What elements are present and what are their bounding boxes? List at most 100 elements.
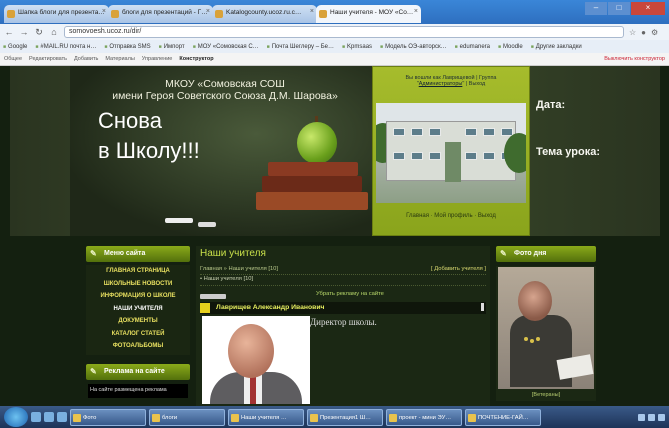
ucoz-bar-item[interactable]: Редактировать <box>29 56 67 62</box>
windows-taskbar: Фото блоги Наши учителя … Презентация1 Ш… <box>0 406 669 428</box>
taskbar-item[interactable]: Наши учителя … <box>228 408 304 426</box>
forward-icon[interactable]: → <box>19 27 29 37</box>
teacher-position: Директор школы. <box>310 317 377 327</box>
bookmark-item[interactable]: edumanera <box>455 44 490 50</box>
tab-close-icon[interactable]: × <box>206 8 210 15</box>
home-icon[interactable]: ⌂ <box>49 27 59 37</box>
user-panel-links[interactable]: Главная · Мой профиль · Выход <box>373 213 529 219</box>
page-title: Наши учителя <box>200 248 266 259</box>
taskbar-item[interactable]: проект - мини ЭУ… <box>386 408 462 426</box>
category-select-value: Наши учителя [10] <box>203 276 254 282</box>
address-bar[interactable]: somovoesh.ucoz.ru/dir/ <box>64 26 624 38</box>
bookmark-item[interactable]: Moodle <box>498 44 523 50</box>
teacher-entry-header: Лаврищев Александр Иванович <box>200 302 486 314</box>
window <box>411 128 423 136</box>
menu-item-news[interactable]: Школьные новости <box>86 278 190 291</box>
menu-item-home[interactable]: Главная страница <box>86 265 190 278</box>
ucoz-bar-item[interactable]: Добавить <box>74 56 98 62</box>
tray-icon[interactable] <box>638 413 645 421</box>
window <box>483 128 495 136</box>
start-button[interactable] <box>4 407 28 427</box>
bookmark-item[interactable]: МОУ «Сомовская С… <box>193 44 259 50</box>
ucoz-bar-item[interactable]: Общее <box>4 56 22 62</box>
school-building-photo <box>376 103 526 203</box>
web-page: МКОУ «Сомовская СОШ имени Героя Советско… <box>0 66 669 406</box>
back-icon[interactable]: ← <box>4 27 14 37</box>
ucoz-constructor-button[interactable]: Конструктор <box>179 56 213 62</box>
category-select[interactable]: • Наши учителя [10] <box>200 276 253 282</box>
tab-favicon-icon <box>319 10 327 18</box>
logout-link[interactable]: Выход <box>469 81 485 87</box>
extension-icon[interactable]: ● <box>641 28 646 37</box>
divider <box>200 285 486 286</box>
medal-icon <box>536 337 540 341</box>
bookmark-item[interactable]: Почта Шеглеру – Бе… <box>267 44 334 50</box>
menu-item-photos[interactable]: Фотоальбомы <box>86 340 190 353</box>
tab-3[interactable]: Katalogcounty.ucoz.ru.c… × <box>212 5 317 23</box>
window <box>429 128 441 136</box>
menu-item-about[interactable]: Информация о школе <box>86 290 190 303</box>
add-teacher-link[interactable]: [ Добавить учителя ] <box>431 266 486 272</box>
bookmark-item[interactable]: Kpmsaas <box>342 44 372 50</box>
tray-icon[interactable] <box>658 413 665 421</box>
taskbar-item[interactable]: ПОЧТЕНИЕ-ГАЙ… <box>465 408 541 426</box>
wrench-icon[interactable]: ⚙ <box>651 28 658 37</box>
tab-3-label: Katalogcounty.ucoz.ru.c… <box>226 9 302 16</box>
portrait-tie <box>250 376 256 404</box>
system-tray <box>638 413 669 421</box>
menu-item-documents[interactable]: Документы <box>86 315 190 328</box>
window <box>429 152 441 160</box>
tab-close-icon[interactable]: × <box>102 8 106 15</box>
taskbar-item[interactable]: блоги <box>149 408 225 426</box>
photo-of-day: [Ветераны] <box>496 266 596 401</box>
tab-bar: Шапка блоги для презента… × блоги для пре… <box>0 0 669 24</box>
tab-favicon-icon <box>7 10 15 18</box>
bookmark-item[interactable]: Импорт <box>159 44 185 50</box>
minimize-icon[interactable]: – <box>585 2 607 15</box>
window-controls: – □ × <box>585 2 665 15</box>
star-icon[interactable]: ☆ <box>629 28 636 37</box>
tab-close-icon[interactable]: × <box>414 8 418 15</box>
veteran-head <box>518 281 552 321</box>
menu-header: Меню сайта <box>86 246 190 262</box>
main-content: Наши учителя Главная » Наши учителя [10]… <box>196 246 490 406</box>
tab-1[interactable]: Шапка блоги для презента… × <box>4 5 109 23</box>
breadcrumb[interactable]: Главная » Наши учителя [10] <box>200 266 278 272</box>
tab-4-active[interactable]: Наши учителя - МОУ «Со… × <box>316 5 421 23</box>
site-menu: Главная страница Школьные новости Информ… <box>86 265 190 355</box>
menu-item-teachers[interactable]: Наши учителя <box>86 303 190 316</box>
tab-favicon-icon <box>215 10 223 18</box>
ads-header: Реклама на сайте <box>86 364 190 380</box>
menu-item-articles[interactable]: Каталог статей <box>86 328 190 341</box>
close-window-icon[interactable]: × <box>631 2 665 15</box>
paper-sheet <box>556 354 594 380</box>
bookmark-item[interactable]: #MAIL.RU почта н… <box>35 44 96 50</box>
bookmark-item[interactable]: Google <box>3 44 27 50</box>
group-link[interactable]: Администраторы <box>419 81 463 87</box>
quicklaunch-icon[interactable] <box>31 412 41 422</box>
taskbar-item[interactable]: Фото <box>70 408 146 426</box>
bookmark-item[interactable]: Модель ОЭ-авторск… <box>380 44 447 50</box>
remove-ads-link[interactable]: Убрать рекламу на сайте <box>316 291 384 297</box>
bookmark-item[interactable]: Отправка SMS <box>104 44 150 50</box>
maximize-icon[interactable]: □ <box>608 2 630 15</box>
tray-icon[interactable] <box>648 413 655 421</box>
divider <box>200 274 486 275</box>
quicklaunch-icon[interactable] <box>57 412 67 422</box>
tab-close-icon[interactable]: × <box>310 8 314 15</box>
ucoz-disable-constructor-link[interactable]: Выключить конструктор <box>604 56 665 62</box>
teacher-name[interactable]: Лаврищев Александр Иванович <box>216 304 324 311</box>
taskbar-item[interactable]: Презентация1 Ш… <box>307 408 383 426</box>
bookmark-item[interactable]: Другие закладки <box>531 44 582 50</box>
entry-menu-icon[interactable] <box>481 303 484 311</box>
ucoz-admin-bar: Общее Редактировать Добавить Материалы У… <box>0 53 669 66</box>
portrait-head <box>228 324 274 378</box>
browser-toolbar: ← → ↻ ⌂ somovoesh.ucoz.ru/dir/ ☆ ● ⚙ <box>0 24 669 40</box>
quicklaunch-icon[interactable] <box>44 412 54 422</box>
tab-2[interactable]: блоги для презентаций - Г… × <box>108 5 213 23</box>
veteran-photo[interactable] <box>498 267 594 389</box>
ucoz-bar-item[interactable]: Материалы <box>105 56 134 62</box>
ucoz-bar-item[interactable]: Управление <box>142 56 173 62</box>
reload-icon[interactable]: ↻ <box>34 27 44 38</box>
photo-caption[interactable]: [Ветераны] <box>496 392 596 398</box>
